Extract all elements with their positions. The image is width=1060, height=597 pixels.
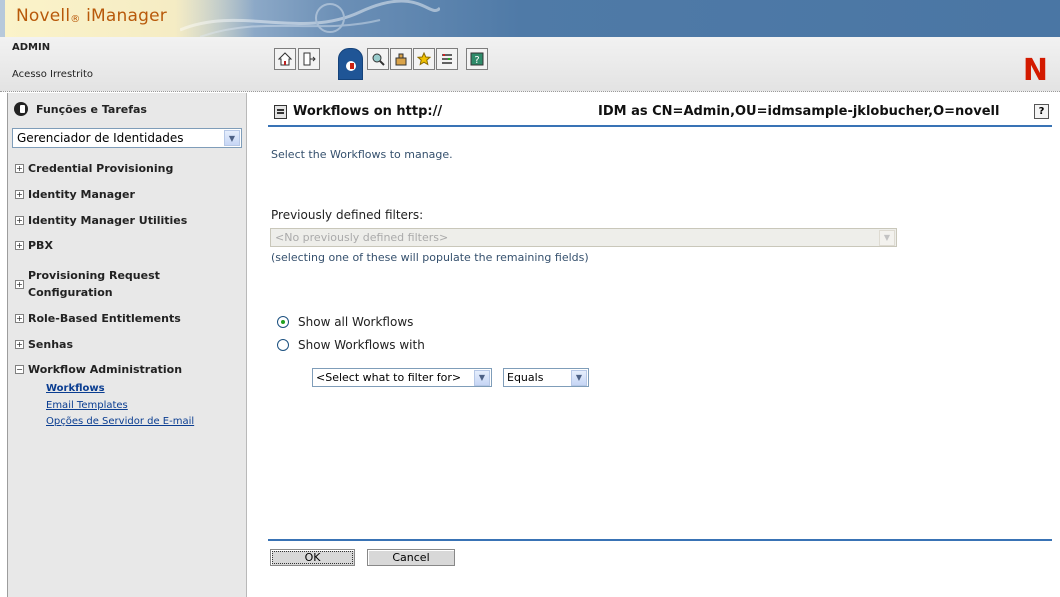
svg-text:?: ? [474,55,479,66]
sidebar-item-identity-manager[interactable]: + Identity Manager [15,188,135,202]
instructions-text: Select the Workflows to manage. [271,148,453,161]
collapse-icon[interactable]: − [15,365,24,374]
show-workflows-with-option[interactable]: Show Workflows with [277,338,425,352]
app-logo: Novell® iManager [16,6,167,26]
sidebar-link-email-server-options[interactable]: Opções de Servidor de E-mail [46,416,194,427]
previous-filters-select: <No previously defined filters> ▼ [270,228,897,247]
roles-and-tasks-icon[interactable] [338,48,363,80]
header-decoration [180,0,440,37]
app-name-suffix: iManager [86,6,167,26]
sidebar-item-identity-manager-utilities[interactable]: + Identity Manager Utilities [15,214,187,228]
chevron-down-icon[interactable]: ▼ [571,369,587,386]
app-name: Novell [16,6,71,26]
show-all-label[interactable]: Show all Workflows [298,315,413,329]
sidebar-item-label[interactable]: Senhas [28,338,73,352]
configure-icon[interactable] [390,48,412,70]
sidebar-item-credential-provisioning[interactable]: + Credential Provisioning [15,162,173,176]
header-subbar [0,37,1060,92]
filter-field-select[interactable]: <Select what to filter for> ▼ [312,368,492,387]
roles-and-tasks-header: Funções e Tarefas [8,93,247,125]
sidebar-item-pbx[interactable]: + PBX [15,239,53,253]
sidebar-item-senhas[interactable]: + Senhas [15,338,73,352]
chevron-down-icon[interactable]: ▼ [474,369,490,386]
page-title: Workflows on http:// [274,104,442,119]
filters-hint: (selecting one of these will populate th… [271,251,589,264]
cancel-button[interactable]: Cancel [367,549,455,566]
sidebar-item-label[interactable]: PBX [28,239,53,253]
header-banner: Novell® iManager [0,0,1060,37]
previous-filters-value: <No previously defined filters> [275,231,449,244]
expand-icon[interactable]: + [15,241,24,250]
ok-button[interactable]: OK [270,549,355,566]
show-with-label[interactable]: Show Workflows with [298,338,425,352]
filter-field-value: <Select what to filter for> [316,371,462,384]
sidebar-item-label-line[interactable]: Configuration [28,286,160,300]
role-select-value: Gerenciador de Identidades [17,131,184,145]
sidebar-item-workflow-administration[interactable]: − Workflow Administration [15,363,182,377]
expand-icon[interactable]: + [15,190,24,199]
show-all-workflows-option[interactable]: Show all Workflows [277,315,413,329]
favorites-icon[interactable] [413,48,435,70]
view-objects-icon[interactable] [367,48,389,70]
sidebar-item-label[interactable]: Identity Manager Utilities [28,214,187,228]
sidebar-item-label[interactable]: Role-Based Entitlements [28,312,181,326]
role-select[interactable]: Gerenciador de Identidades ▼ [12,128,242,148]
expand-icon[interactable]: + [15,340,24,349]
registered-mark: ® [70,14,81,25]
footer-divider [268,539,1052,541]
filter-operator-value: Equals [507,371,544,384]
roles-and-tasks-panel: Funções e Tarefas Gerenciador de Identid… [7,93,247,597]
expand-icon[interactable]: + [15,280,24,289]
sidebar-link-workflows[interactable]: Workflows [46,383,105,394]
driver-context: IDM as CN=Admin,OU=idmsample-jklobucher,… [598,104,1000,119]
roles-and-tasks-icon [14,102,28,116]
sidebar-item-label-line[interactable]: Provisioning Request [28,269,160,283]
filter-operator-select[interactable]: Equals ▼ [503,368,589,387]
help-icon[interactable]: ? [466,48,488,70]
page-title-text: Workflows on http:// [293,104,443,119]
title-divider [268,125,1052,127]
expand-icon[interactable]: + [15,216,24,225]
sidebar-item-label[interactable]: Provisioning Request Configuration [28,269,160,300]
exit-icon[interactable] [298,48,320,70]
novell-logo: N [1022,53,1048,88]
user-name: ADMIN [12,42,51,53]
chevron-down-icon: ▼ [879,229,895,246]
sidebar-item-role-based-entitlements[interactable]: + Role-Based Entitlements [15,312,181,326]
expand-icon[interactable]: + [15,164,24,173]
show-all-radio[interactable] [277,316,289,328]
help-button[interactable]: ? [1034,104,1049,119]
preferences-icon[interactable] [436,48,458,70]
sidebar-item-label[interactable]: Identity Manager [28,188,135,202]
home-icon[interactable] [274,48,296,70]
access-level: Acesso Irrestrito [12,69,94,80]
sidebar-item-label[interactable]: Credential Provisioning [28,162,173,176]
roles-and-tasks-title: Funções e Tarefas [36,102,147,116]
show-with-radio[interactable] [277,339,289,351]
sidebar-item-label[interactable]: Workflow Administration [28,363,182,377]
expand-icon[interactable]: + [15,314,24,323]
sidebar-link-email-templates[interactable]: Email Templates [46,400,128,411]
filters-label: Previously defined filters: [271,208,424,222]
chevron-down-icon[interactable]: ▼ [224,130,240,146]
sidebar-item-provisioning-request-configuration[interactable]: + Provisioning Request Configuration [15,269,160,300]
workflow-icon [274,104,287,119]
